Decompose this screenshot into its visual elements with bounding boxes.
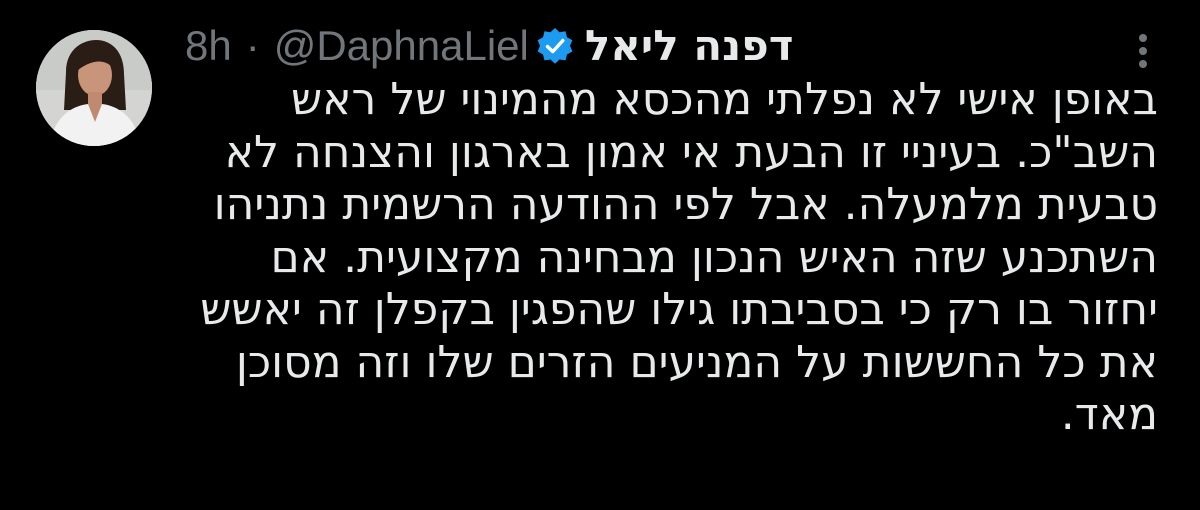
author-avatar[interactable] [36,30,152,146]
avatar-photo [36,30,152,146]
more-dot [1139,34,1147,42]
more-dot [1139,47,1147,55]
tweet-header: דפנה ליאל @DaphnaLiel · 8h [185,18,793,74]
separator-dot: · [245,22,260,69]
tweet-text-line: את כל החששות על המניעים הזרים שלו וזה מס… [235,336,1158,388]
more-dot [1139,60,1147,68]
verified-badge-icon[interactable] [535,26,575,66]
tweet-text-line: יחזור בו רק כי בסביבתו גילו שהפגין בקפלן… [200,284,1158,335]
tweet-text-line: מאד. [1060,389,1158,440]
tweet-body: באופן אישי לא נפלתי מהכסא מהמינוי של ראש… [170,74,1158,442]
tweet-text-line: טבעית מלמעלה. אבל לפי ההודעה הרשמית נתני… [213,179,1158,230]
author-name[interactable]: דפנה ליאל [585,25,794,67]
tweet-text-line: השב"כ. בעיניי זו הבעת אי אמון בארגון והצ… [224,126,1158,178]
tweet-text-line: באופן אישי לא נפלתי מהכסא מהמינוי של ראש [290,74,1158,125]
more-options-icon[interactable] [1128,28,1158,74]
author-handle[interactable]: @DaphnaLiel [274,25,529,67]
timestamp[interactable]: 8h [185,25,232,67]
tweet-text-line: השתכנע שזה האיש הנכון מבחינה מקצועית. אם [270,231,1158,283]
